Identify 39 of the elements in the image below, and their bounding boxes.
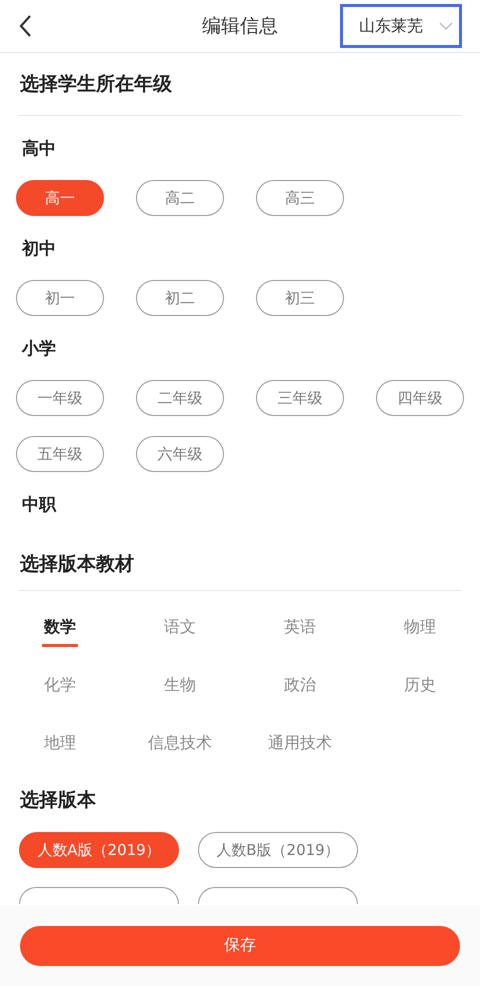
- edition-chip[interactable]: [19, 887, 179, 904]
- group-label: 高中: [21, 138, 57, 160]
- section-title: 选择版本教材: [19, 552, 135, 577]
- grade-chip[interactable]: 三年级: [256, 380, 344, 416]
- grade-chip[interactable]: 四年级: [376, 380, 464, 416]
- subject-tab[interactable]: 英语: [282, 617, 318, 647]
- chevron-down-icon: [439, 22, 453, 30]
- group-label: 小学: [20, 338, 57, 360]
- subject-tab[interactable]: 语文: [162, 617, 198, 647]
- edition-chip[interactable]: 人数B版（2019）: [198, 832, 358, 868]
- grade-chip[interactable]: 五年级: [16, 436, 104, 472]
- grade-chip[interactable]: 初三: [256, 280, 344, 316]
- subject-tab[interactable]: 数学: [42, 617, 78, 647]
- grade-chip[interactable]: 一年级: [16, 380, 104, 416]
- grade-chip[interactable]: 高二: [136, 180, 224, 216]
- save-button[interactable]: 保存: [20, 926, 460, 966]
- section-title: 选择版本: [19, 788, 97, 813]
- grade-chip[interactable]: 二年级: [136, 380, 224, 416]
- edition-chip[interactable]: [198, 887, 358, 904]
- subject-tab[interactable]: 化学: [42, 675, 78, 705]
- subject-tab[interactable]: 信息技术: [146, 733, 214, 763]
- region-selector[interactable]: 山东莱芜: [340, 4, 462, 48]
- group-label: 中职: [21, 494, 58, 516]
- subject-tab[interactable]: 政治: [282, 675, 318, 705]
- grade-chip[interactable]: 高一: [16, 180, 104, 216]
- back-icon[interactable]: [18, 14, 32, 38]
- grade-chip[interactable]: 初一: [16, 280, 104, 316]
- grade-chip[interactable]: 初二: [136, 280, 224, 316]
- page-title: 编辑信息: [201, 14, 279, 39]
- subject-tab[interactable]: 物理: [402, 617, 438, 647]
- subject-tab[interactable]: 通用技术: [266, 733, 334, 763]
- grade-chip[interactable]: 六年级: [136, 436, 224, 472]
- subject-tab[interactable]: 历史: [402, 675, 438, 705]
- section-title: 选择学生所在年级: [19, 72, 173, 97]
- subject-tab[interactable]: 地理: [42, 733, 78, 763]
- grade-chip[interactable]: 高三: [256, 180, 344, 216]
- subject-tab[interactable]: 生物: [162, 675, 198, 705]
- edition-chip[interactable]: 人数A版（2019）: [19, 832, 179, 868]
- group-label: 初中: [20, 238, 57, 260]
